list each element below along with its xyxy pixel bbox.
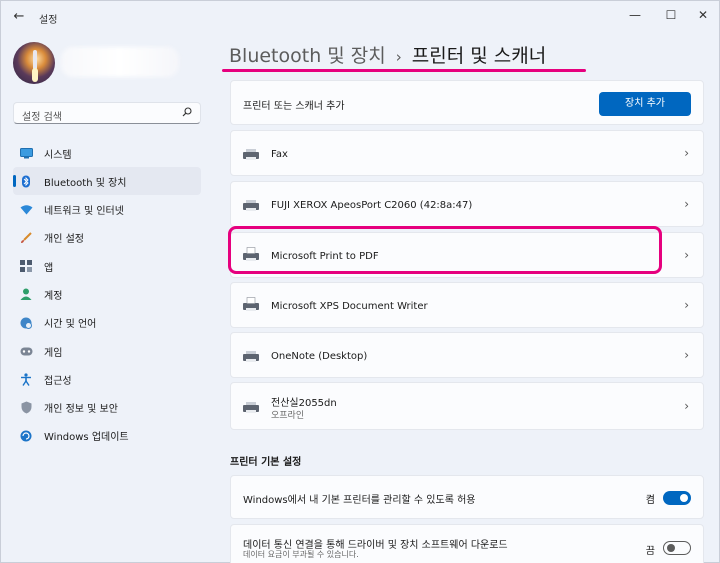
- sidebar-item-system[interactable]: 시스템: [13, 139, 201, 167]
- wifi-icon: [19, 203, 33, 217]
- section-title: 프린터 기본 설정: [230, 457, 302, 468]
- setting-description: 데이터 요금이 부과될 수 있습니다.: [243, 550, 359, 559]
- sidebar-item-label: 접근성: [44, 375, 72, 387]
- xps-printer-icon: [242, 297, 260, 311]
- printer-name: Microsoft XPS Document Writer: [271, 301, 428, 312]
- printer-icon: [242, 198, 260, 212]
- title-bar: ← 설정 — ☐ ✕: [1, 1, 719, 35]
- sidebar-item-gaming[interactable]: 게임: [13, 337, 201, 365]
- toggle-state-label: 끔: [645, 546, 655, 557]
- search-icon: [182, 107, 192, 120]
- brush-icon: [19, 231, 33, 245]
- sidebar-item-label: 시간 및 언어: [44, 319, 97, 331]
- chevron-right-icon: ›: [684, 146, 689, 160]
- accessibility-icon: [19, 372, 33, 386]
- sidebar-item-accounts[interactable]: 계정: [13, 280, 201, 308]
- minimize-button[interactable]: —: [619, 5, 651, 25]
- profile-name-redacted: [61, 47, 179, 77]
- sidebar-item-accessibility[interactable]: 접근성: [13, 365, 201, 393]
- printer-item[interactable]: FUJI XEROX ApeosPort C2060 (42:8a:47) ›: [230, 181, 704, 227]
- bluetooth-icon: [19, 174, 33, 188]
- chevron-right-icon: ›: [684, 197, 689, 211]
- sidebar-item-label: 시스템: [44, 149, 72, 161]
- person-icon: [19, 287, 33, 301]
- breadcrumb-parent[interactable]: Bluetooth 및 장치: [229, 45, 386, 67]
- update-icon: [19, 429, 33, 443]
- chevron-right-icon: ›: [684, 348, 689, 362]
- sidebar-item-label: Bluetooth 및 장치: [44, 177, 127, 189]
- fax-icon: [242, 147, 260, 161]
- printer-icon: [242, 349, 260, 363]
- avatar[interactable]: [13, 42, 55, 84]
- sidebar-nav: 시스템 Bluetooth 및 장치 네트워크 및 인터넷 개인 설정 앱 계정…: [13, 139, 201, 450]
- printer-item[interactable]: 전산실2055dn 오프라인 ›: [230, 382, 704, 430]
- rocket-graphic: [33, 50, 37, 70]
- printer-item[interactable]: Microsoft XPS Document Writer ›: [230, 282, 704, 328]
- sidebar-item-label: 네트워크 및 인터넷: [44, 206, 124, 218]
- add-printer-card: 프린터 또는 스캐너 추가 장치 추가: [230, 80, 704, 125]
- chevron-right-icon: ›: [684, 399, 689, 413]
- chevron-right-icon: ›: [684, 248, 689, 262]
- printer-name: OneNote (Desktop): [271, 351, 368, 362]
- setting-label: Windows에서 내 기본 프린터를 관리할 수 있도록 허용: [243, 495, 476, 506]
- toggle-state-label: 켬: [645, 495, 655, 506]
- breadcrumb-separator: ›: [395, 48, 402, 66]
- sidebar-item-privacy[interactable]: 개인 정보 및 보안: [13, 394, 201, 422]
- printer-icon: [242, 400, 260, 414]
- printer-item[interactable]: Fax ›: [230, 130, 704, 176]
- monitor-icon: [19, 146, 33, 160]
- maximize-button[interactable]: ☐: [655, 5, 687, 25]
- printer-item[interactable]: OneNote (Desktop) ›: [230, 332, 704, 378]
- flame-graphic: [32, 68, 38, 82]
- sidebar-item-time-language[interactable]: 시간 및 언어: [13, 309, 201, 337]
- sidebar-item-apps[interactable]: 앱: [13, 252, 201, 280]
- breadcrumb-current: 프린터 및 스캐너: [411, 45, 547, 67]
- sidebar-item-personalization[interactable]: 개인 설정: [13, 224, 201, 252]
- add-device-button[interactable]: 장치 추가: [599, 92, 691, 116]
- shield-icon: [19, 401, 33, 415]
- search-placeholder: 설정 검색: [22, 112, 62, 123]
- title-underline-annotation: [222, 69, 586, 72]
- back-arrow-icon[interactable]: ←: [9, 7, 29, 27]
- sidebar-item-label: 개인 설정: [44, 234, 84, 246]
- metered-download-setting: 데이터 통신 연결을 통해 드라이버 및 장치 소프트웨어 다운로드 데이터 요…: [230, 524, 704, 563]
- search-input[interactable]: 설정 검색: [13, 102, 201, 124]
- sidebar-item-windows-update[interactable]: Windows 업데이트: [13, 422, 201, 450]
- default-printer-toggle[interactable]: [663, 491, 691, 505]
- printer-name: FUJI XEROX ApeosPort C2060 (42:8a:47): [271, 200, 473, 211]
- sidebar-item-label: 앱: [44, 262, 54, 274]
- add-printer-label: 프린터 또는 스캐너 추가: [243, 101, 345, 112]
- sidebar-item-network[interactable]: 네트워크 및 인터넷: [13, 196, 201, 224]
- sidebar-item-label: 개인 정보 및 보안: [44, 404, 118, 416]
- sidebar-item-label: Windows 업데이트: [44, 432, 129, 444]
- sidebar-item-bluetooth[interactable]: Bluetooth 및 장치: [13, 167, 201, 196]
- app-title: 설정: [39, 15, 58, 26]
- printer-name: 전산실2055dn: [271, 398, 337, 409]
- printer-status: 오프라인: [271, 411, 305, 421]
- gamepad-icon: [19, 344, 33, 358]
- close-button[interactable]: ✕: [687, 5, 719, 25]
- sidebar-item-label: 계정: [44, 290, 63, 302]
- highlight-annotation: [228, 226, 662, 274]
- default-printer-setting: Windows에서 내 기본 프린터를 관리할 수 있도록 허용 켬: [230, 475, 704, 519]
- apps-icon: [19, 259, 33, 273]
- metered-download-toggle[interactable]: [663, 541, 691, 555]
- printer-name: Fax: [271, 149, 288, 160]
- globe-clock-icon: [19, 316, 33, 330]
- chevron-right-icon: ›: [684, 298, 689, 312]
- page-title: Bluetooth 및 장치 › 프린터 및 스캐너: [229, 41, 546, 68]
- sidebar-item-label: 게임: [44, 347, 63, 359]
